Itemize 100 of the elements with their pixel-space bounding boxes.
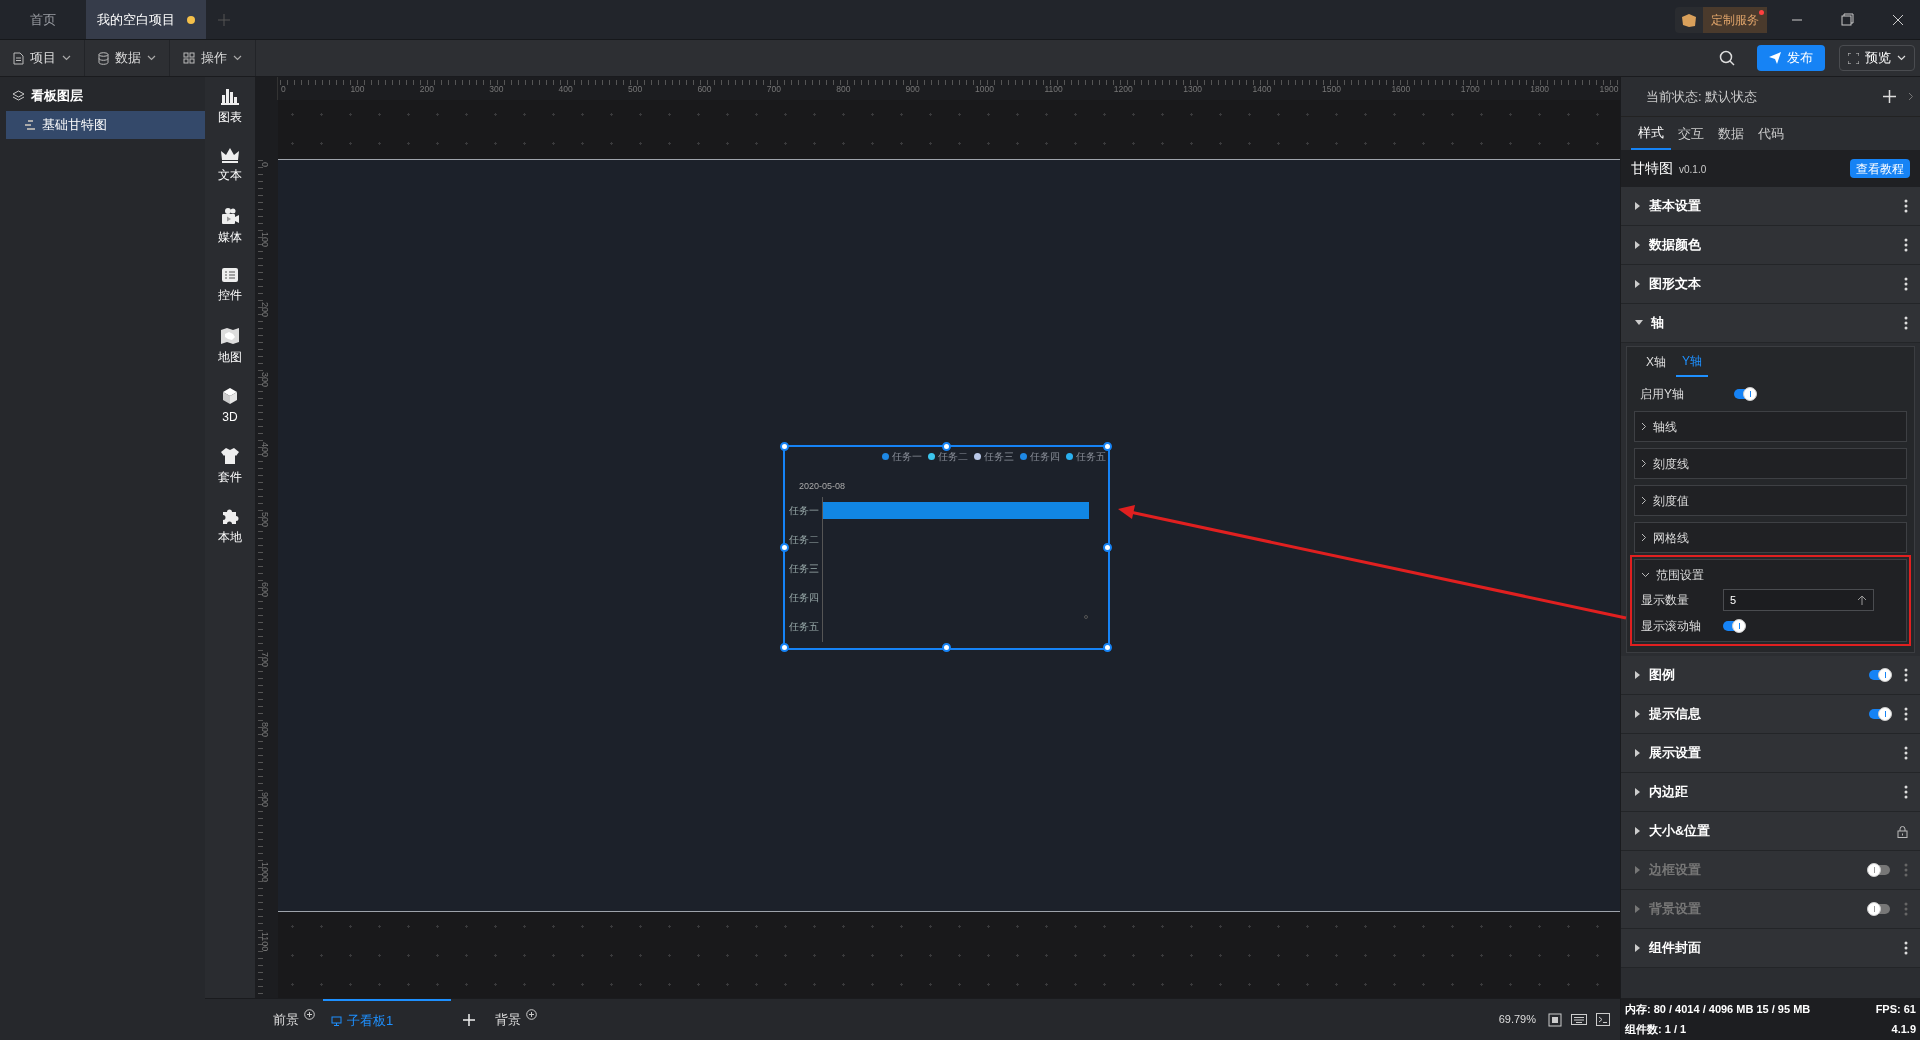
toggle-switch[interactable]: [1869, 670, 1890, 680]
ruler-label: 1600: [1391, 83, 1411, 96]
menu-dropdown[interactable]: 项目: [0, 40, 85, 76]
panel-tab[interactable]: 代码: [1751, 117, 1791, 150]
cube-icon: [221, 387, 239, 405]
toggle-switch[interactable]: [1869, 709, 1890, 719]
layer-item[interactable]: 基础甘特图: [6, 111, 205, 139]
terminal-icon: [1596, 1013, 1610, 1026]
more-icon: [1904, 863, 1908, 877]
section-title: 数据颜色: [1649, 236, 1701, 254]
version-number: 4.1.9: [1891, 1021, 1916, 1037]
chevron-down-icon: [233, 55, 242, 61]
component-name: 甘特图: [1631, 159, 1673, 178]
panel-tab[interactable]: 交互: [1671, 117, 1711, 150]
axis-tab[interactable]: Y轴: [1676, 347, 1709, 377]
tab[interactable]: 首页: [0, 0, 86, 39]
tutorial-button[interactable]: 查看教程: [1850, 159, 1910, 178]
panel-tab[interactable]: 数据: [1711, 117, 1751, 150]
section-header[interactable]: 轴: [1621, 304, 1920, 343]
section-header[interactable]: 数据颜色: [1621, 226, 1920, 265]
tool-button[interactable]: 本地: [218, 507, 242, 548]
publish-button[interactable]: 发布: [1757, 45, 1825, 71]
resize-handle[interactable]: [941, 442, 951, 451]
group-header[interactable]: 轴线: [1635, 412, 1906, 441]
tool-button[interactable]: 地图: [218, 327, 242, 368]
more-icon: [1904, 785, 1908, 799]
tool-button[interactable]: 控件: [218, 267, 242, 308]
category-label: 任务一: [789, 504, 819, 518]
section-header[interactable]: 大小&位置: [1621, 812, 1920, 851]
legend-item[interactable]: 任务五: [1066, 449, 1106, 464]
legend-item[interactable]: 任务二: [928, 449, 968, 464]
section-title: 提示信息: [1649, 705, 1701, 723]
fullscreen-icon: [1848, 52, 1859, 64]
board-tab[interactable]: 子看板1: [323, 999, 451, 1040]
tool-button[interactable]: 图表: [218, 87, 242, 128]
menu-dropdown[interactable]: 数据: [85, 40, 170, 76]
tool-button[interactable]: 3D: [221, 387, 239, 428]
tab[interactable]: 我的空白项目: [86, 0, 206, 39]
chevron-down-icon: [1641, 571, 1650, 578]
caret-right-icon: [1635, 905, 1641, 913]
plus-circle-icon: [304, 1009, 315, 1020]
section-header[interactable]: 图例: [1621, 656, 1920, 695]
ruler-label: 600: [697, 83, 712, 96]
section-header[interactable]: 展示设置: [1621, 734, 1920, 773]
ruler-label: 1000: [975, 83, 994, 96]
resize-handle[interactable]: [1103, 442, 1112, 451]
toggle-switch[interactable]: [1723, 621, 1744, 631]
section-title: 背景设置: [1649, 900, 1701, 918]
board-tab[interactable]: 前景: [265, 999, 323, 1040]
more-icon: [1904, 238, 1908, 252]
caret-right-icon: [1635, 944, 1641, 952]
number-input[interactable]: 5: [1723, 589, 1874, 611]
grid-icon: [183, 52, 195, 64]
section-header[interactable]: 组件封面: [1621, 929, 1920, 968]
category-label: 任务三: [789, 562, 819, 576]
section-header[interactable]: 内边距: [1621, 773, 1920, 812]
gantt-chart[interactable]: 任务一 任务二 任务三 任务四 任务五 2020-05-08 任务一 任务二 任务三 任务四 任务五: [783, 445, 1110, 650]
keyboard-icon: [1571, 1014, 1587, 1025]
resize-handle[interactable]: [1103, 643, 1112, 652]
preview-button[interactable]: 预览: [1839, 45, 1915, 71]
ruler-label: 1800: [1530, 83, 1550, 96]
resize-handle[interactable]: [1103, 542, 1112, 552]
axis-tab[interactable]: X轴: [1640, 347, 1672, 377]
group-title: 范围设置: [1656, 566, 1704, 584]
section-header[interactable]: 提示信息: [1621, 695, 1920, 734]
ruler-label: 900: [905, 83, 920, 96]
caret-right-icon: [1635, 280, 1641, 288]
resize-handle[interactable]: [941, 643, 951, 652]
legend-item[interactable]: 任务三: [974, 449, 1014, 464]
category-label: 任务五: [789, 620, 819, 634]
group-header[interactable]: 范围设置: [1635, 560, 1906, 589]
tool-button[interactable]: 媒体: [218, 207, 242, 248]
resize-handle[interactable]: [780, 442, 789, 451]
more-icon: [1904, 668, 1908, 682]
board-tab[interactable]: 背景: [487, 999, 545, 1040]
resize-handle[interactable]: [780, 542, 789, 552]
group-header[interactable]: 网格线: [1635, 523, 1906, 552]
custom-service-button[interactable]: 定制服务: [1675, 6, 1767, 33]
caret-right-icon: [1635, 827, 1641, 835]
section-title: 组件封面: [1649, 939, 1701, 957]
resize-handle[interactable]: [780, 643, 789, 652]
map-icon: [220, 327, 240, 345]
tool-button[interactable]: 文本: [218, 147, 242, 188]
ruler-label: 800: [836, 83, 851, 96]
section-header[interactable]: 图形文本: [1621, 265, 1920, 304]
toggle-switch[interactable]: [1734, 389, 1755, 399]
menu-dropdown[interactable]: 操作: [170, 40, 256, 76]
group-header[interactable]: 刻度值: [1635, 486, 1906, 515]
legend-item[interactable]: 任务一: [882, 449, 922, 464]
chevron-right-icon: [1641, 422, 1647, 431]
section-title: 展示设置: [1649, 744, 1701, 762]
add-icon: [1883, 90, 1896, 103]
box-icon: [1679, 12, 1699, 27]
ruler-label: 0: [259, 162, 271, 167]
legend-item[interactable]: 任务四: [1020, 449, 1060, 464]
group-header[interactable]: 刻度线: [1635, 449, 1906, 478]
tool-button[interactable]: 套件: [218, 447, 242, 488]
category-label: 任务四: [789, 591, 819, 605]
fps-status: FPS: 61: [1875, 1002, 1916, 1017]
section-header[interactable]: 基本设置: [1621, 187, 1920, 226]
